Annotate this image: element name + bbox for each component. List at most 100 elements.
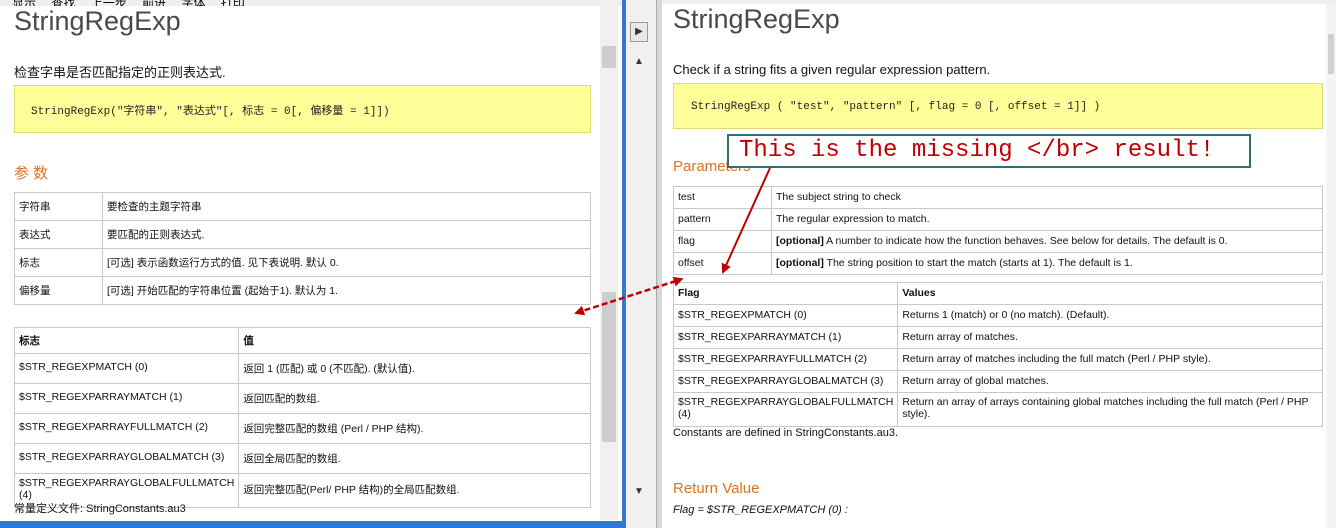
- flag-value: Return an array of arrays containing glo…: [897, 392, 1323, 427]
- param-desc-text: The string position to start the match (…: [823, 257, 1133, 269]
- left-scrollbar-thumb-top[interactable]: [602, 46, 616, 68]
- flag-name: $STR_REGEXPARRAYGLOBALMATCH (3): [13, 443, 240, 474]
- param-desc: The subject string to check: [771, 186, 1323, 209]
- param-name: pattern: [673, 208, 772, 231]
- syntax-box: StringRegExp ( "test", "pattern" [, flag…: [673, 83, 1323, 129]
- return-line: Flag = $STR_REGEXPMATCH (0) :: [673, 504, 848, 516]
- param-desc: 要检查的主题字符串: [102, 192, 591, 221]
- page-title: StringRegExp: [673, 4, 840, 34]
- page-title: StringRegExp: [14, 6, 181, 36]
- param-optional: [optional]: [776, 235, 824, 247]
- param-desc: The regular expression to match.: [771, 208, 1323, 231]
- right-scrollbar-thumb[interactable]: [1328, 34, 1334, 74]
- flag-name: $STR_REGEXPARRAYFULLMATCH (2): [673, 348, 899, 371]
- table-row: pattern The regular expression to match.: [673, 208, 1323, 231]
- screen: 显示 查找 上一步 前进 字体 打印 StringRegExp 检查字串是否匹配…: [0, 0, 1336, 528]
- right-scrollbar[interactable]: [1326, 4, 1336, 528]
- param-desc: [可选] 表示函数运行方式的值. 见下表说明. 默认 0.: [102, 248, 591, 277]
- flag-value: 返回完整匹配的数组 (Perl / PHP 结构).: [238, 413, 591, 444]
- flag-value: Return array of matches.: [897, 326, 1323, 349]
- scroll-up-button[interactable]: ▲: [630, 56, 648, 70]
- params-table: test The subject string to check pattern…: [673, 186, 1323, 275]
- flag-name: $STR_REGEXPMATCH (0): [13, 353, 240, 384]
- table-row: 标志 [可选] 表示函数运行方式的值. 见下表说明. 默认 0.: [14, 248, 591, 277]
- param-desc: [optional] The string position to start …: [771, 252, 1323, 275]
- middle-panel: ▶ ▲ ▼: [626, 0, 656, 528]
- table-row: $STR_REGEXPARRAYMATCH (1) Return array o…: [673, 326, 1323, 349]
- flag-value: 返回匹配的数组.: [238, 383, 591, 414]
- table-row: $STR_REGEXPARRAYGLOBALFULLMATCH (4) Retu…: [673, 392, 1323, 427]
- param-desc: [optional] A number to indicate how the …: [771, 230, 1323, 253]
- param-desc-text: The regular expression to match.: [776, 213, 930, 225]
- left-scrollbar-thumb[interactable]: [602, 292, 616, 442]
- flag-name: $STR_REGEXPARRAYGLOBALFULLMATCH (4): [673, 392, 899, 427]
- param-name: test: [673, 186, 772, 209]
- param-desc: 要匹配的正则表达式.: [102, 220, 591, 249]
- table-header-row: 标志 值: [13, 327, 591, 354]
- syntax-box: StringRegExp("字符串", "表达式"[, 标志 = 0[, 偏移量…: [14, 85, 591, 133]
- flag-name: $STR_REGEXPMATCH (0): [673, 304, 899, 327]
- constants-note: 常量定义文件: StringConstants.au3: [14, 503, 186, 515]
- flag-header: 标志: [13, 327, 240, 354]
- table-row: 字符串 要检查的主题字符串: [14, 192, 591, 221]
- param-name: 表达式: [14, 220, 103, 249]
- table-row: $STR_REGEXPARRAYMATCH (1) 返回匹配的数组.: [13, 383, 591, 414]
- flag-value: Return array of matches including the fu…: [897, 348, 1323, 371]
- flag-value: 返回完整匹配(Perl/ PHP 结构)的全局匹配数组.: [238, 473, 591, 508]
- page-description: 检查字串是否匹配指定的正则表达式.: [14, 65, 226, 80]
- flag-name: $STR_REGEXPARRAYGLOBALMATCH (3): [673, 370, 899, 393]
- table-row: flag [optional] A number to indicate how…: [673, 230, 1323, 253]
- left-content: StringRegExp 检查字串是否匹配指定的正则表达式. StringReg…: [6, 6, 596, 521]
- params-table: 字符串 要检查的主题字符串 表达式 要匹配的正则表达式. 标志 [可选] 表示函…: [14, 192, 591, 305]
- table-row: $STR_REGEXPARRAYGLOBALMATCH (3) Return a…: [673, 370, 1323, 393]
- annotation-label: This is the missing </br> result!: [727, 134, 1251, 168]
- param-name: 标志: [14, 248, 103, 277]
- param-name: 偏移量: [14, 276, 103, 305]
- param-optional: [optional]: [776, 257, 824, 269]
- syntax-text: StringRegExp("字符串", "表达式"[, 标志 = 0[, 偏移量…: [31, 106, 390, 118]
- flag-header: Flag: [673, 282, 899, 305]
- flag-name: $STR_REGEXPARRAYMATCH (1): [13, 383, 240, 414]
- right-content: StringRegExp Check if a string fits a gi…: [673, 4, 1323, 528]
- page-description: Check if a string fits a given regular e…: [673, 62, 991, 77]
- value-header: Values: [897, 282, 1323, 305]
- right-arrow-icon: ▶: [635, 26, 643, 37]
- table-header-row: Flag Values: [673, 282, 1323, 305]
- param-name: offset: [673, 252, 772, 275]
- table-row: 表达式 要匹配的正则表达式.: [14, 220, 591, 249]
- param-desc-text: A number to indicate how the function be…: [823, 235, 1228, 247]
- flag-value: 返回 1 (匹配) 或 0 (不匹配). (默认值).: [238, 353, 591, 384]
- return-heading: Return Value: [673, 480, 760, 497]
- table-row: 偏移量 [可选] 开始匹配的字符串位置 (起始于1). 默认为 1.: [14, 276, 591, 305]
- param-name: flag: [673, 230, 772, 253]
- param-desc: [可选] 开始匹配的字符串位置 (起始于1). 默认为 1.: [102, 276, 591, 305]
- flag-value: Return array of global matches.: [897, 370, 1323, 393]
- table-row: $STR_REGEXPARRAYFULLMATCH (2) Return arr…: [673, 348, 1323, 371]
- table-row: offset [optional] The string position to…: [673, 252, 1323, 275]
- flag-value: Returns 1 (match) or 0 (no match). (Defa…: [897, 304, 1323, 327]
- syntax-text: StringRegExp ( "test", "pattern" [, flag…: [691, 101, 1101, 113]
- up-arrow-icon: ▲: [634, 56, 644, 67]
- scroll-down-button[interactable]: ▼: [630, 486, 648, 500]
- table-row: $STR_REGEXPARRAYGLOBALMATCH (3) 返回全局匹配的数…: [13, 443, 591, 474]
- constants-note: Constants are defined in StringConstants…: [673, 427, 899, 439]
- table-row: $STR_REGEXPMATCH (0) 返回 1 (匹配) 或 0 (不匹配)…: [13, 353, 591, 384]
- param-name: 字符串: [14, 192, 103, 221]
- table-row: $STR_REGEXPARRAYFULLMATCH (2) 返回完整匹配的数组 …: [13, 413, 591, 444]
- table-row: $STR_REGEXPMATCH (0) Returns 1 (match) o…: [673, 304, 1323, 327]
- left-help-window: 显示 查找 上一步 前进 字体 打印 StringRegExp 检查字串是否匹配…: [0, 0, 626, 528]
- left-window-bottom-border: [0, 521, 626, 528]
- expand-right-button[interactable]: ▶: [630, 22, 648, 42]
- table-row: test The subject string to check: [673, 186, 1323, 209]
- flags-table: Flag Values $STR_REGEXPMATCH (0) Returns…: [673, 282, 1323, 427]
- down-arrow-icon: ▼: [634, 486, 644, 497]
- flag-value: 返回全局匹配的数组.: [238, 443, 591, 474]
- flags-table: 标志 值 $STR_REGEXPMATCH (0) 返回 1 (匹配) 或 0 …: [13, 327, 591, 508]
- flag-name: $STR_REGEXPARRAYFULLMATCH (2): [13, 413, 240, 444]
- right-help-window: StringRegExp Check if a string fits a gi…: [662, 0, 1336, 528]
- param-desc-text: The subject string to check: [776, 191, 901, 203]
- flag-name: $STR_REGEXPARRAYMATCH (1): [673, 326, 899, 349]
- params-heading: 参 数: [14, 165, 49, 182]
- value-header: 值: [238, 327, 591, 354]
- left-scrollbar[interactable]: [600, 6, 618, 520]
